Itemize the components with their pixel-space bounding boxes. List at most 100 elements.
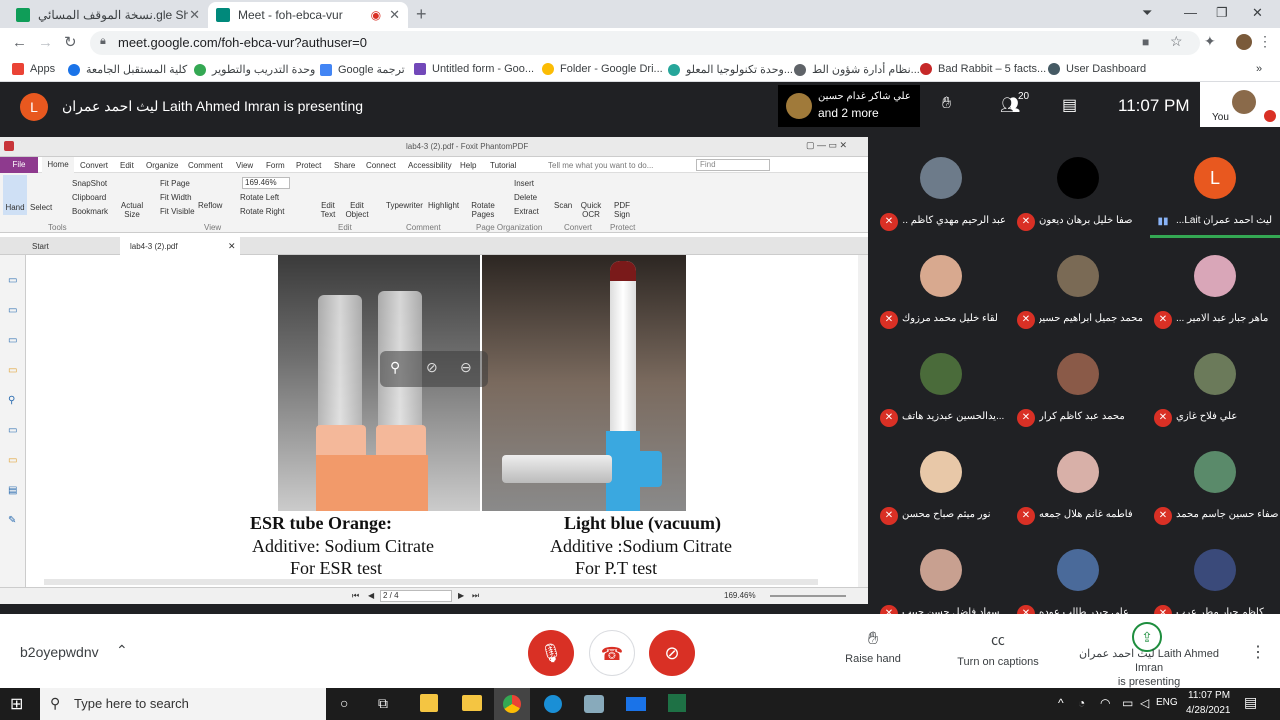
participant-tile[interactable]: ✕ ...يدالحسين عبدزيد هاتف <box>872 347 1009 445</box>
menu-edit[interactable]: Edit <box>120 161 134 170</box>
pin-icon[interactable]: ⚲ <box>390 359 400 376</box>
app-icon[interactable] <box>584 695 604 713</box>
link-icon[interactable]: ⚲ <box>8 395 15 406</box>
avatar[interactable] <box>1236 34 1252 50</box>
edit-text-button[interactable]: Edit Text <box>318 201 338 219</box>
rotate-pages-button[interactable]: Rotate Pages <box>470 201 496 219</box>
rotate-left-button[interactable]: Rotate Left <box>240 193 279 202</box>
zoom-slider[interactable] <box>770 595 846 597</box>
profile-menu-icon[interactable]: ⏷ <box>1142 5 1152 21</box>
taskbar-time[interactable]: 11:07 PM <box>1188 690 1230 701</box>
participant-tile[interactable]: L ▮▮ ليث احمد عمران Lait... <box>1146 151 1280 249</box>
bookmark-item[interactable]: Bad Rabbit – 5 facts... <box>920 63 1046 75</box>
attachments-icon[interactable]: ▭ <box>8 365 17 376</box>
participant-tile[interactable]: ✕ فاطمه غانم هلال جمعه <box>1009 445 1146 543</box>
document-tab[interactable]: lab4-3 (2).pdf <box>120 237 240 255</box>
participant-tile[interactable]: ✕ صفاء حسين جاسم محمد <box>1146 445 1280 543</box>
insert-button[interactable]: Insert <box>514 179 534 188</box>
page-input[interactable]: 2 / 4 <box>380 590 452 602</box>
fit-width-button[interactable]: Fit Width <box>160 193 192 202</box>
back-icon[interactable]: ← <box>12 34 27 51</box>
menu-connect[interactable]: Connect <box>366 161 396 170</box>
menu-convert[interactable]: Convert <box>80 161 108 170</box>
scan-button[interactable]: Scan <box>554 201 572 210</box>
chrome-taskbar-item[interactable] <box>494 688 530 720</box>
rotate-right-button[interactable]: Rotate Right <box>240 207 284 216</box>
bookmark-item[interactable]: وحدة التدريب والتطوير <box>194 63 315 76</box>
bookmark-apps[interactable]: Apps <box>12 63 55 75</box>
menu-organize[interactable]: Organize <box>146 161 178 170</box>
bookmark-item[interactable]: User Dashboard <box>1048 63 1146 75</box>
close-icon[interactable]: ✕ <box>228 241 236 252</box>
participant-tile[interactable]: ✕ نور ميثم صباح محسن <box>872 445 1009 543</box>
close-window-icon[interactable]: ✕ <box>1252 5 1263 21</box>
mic-toggle-button[interactable]: 🎙︎ <box>528 630 574 676</box>
delete-button[interactable]: Delete <box>514 193 537 202</box>
clipboard-button[interactable]: Clipboard <box>72 193 106 202</box>
start-tab[interactable]: Start <box>22 237 118 255</box>
tray-chevron-icon[interactable]: ^ <box>1058 696 1064 710</box>
menu-icon[interactable]: ⋮ <box>1258 33 1272 50</box>
menu-accessibility[interactable]: Accessibility <box>408 161 452 170</box>
close-icon[interactable]: ✕ <box>389 7 400 23</box>
typewriter-button[interactable]: Typewriter <box>386 201 423 210</box>
self-view[interactable]: You <box>1200 82 1280 127</box>
mail-icon[interactable] <box>626 697 646 711</box>
browser-tab-sheets[interactable]: نسخة الموقف المسائي.gle Sheets ✕ <box>8 2 208 28</box>
mute-icon[interactable]: ⊘ <box>426 359 438 376</box>
wifi-icon[interactable]: ◠ <box>1100 696 1110 710</box>
battery-icon[interactable]: ▭ <box>1122 696 1133 710</box>
remove-icon[interactable]: ⊖ <box>460 359 472 376</box>
hand-icon[interactable]: ✋︎ <box>942 95 951 113</box>
menu-help[interactable]: Help <box>460 161 476 170</box>
snapshot-button[interactable]: SnapShot <box>72 179 107 188</box>
edit-object-button[interactable]: Edit Object <box>342 201 372 219</box>
menu-share[interactable]: Share <box>334 161 355 170</box>
reflow-button[interactable]: Reflow <box>198 201 222 210</box>
more-options-icon[interactable]: ⋮ <box>1250 642 1266 662</box>
menu-tutorial[interactable]: Tutorial <box>490 161 516 170</box>
bookmark-item[interactable]: نظام أدارة شؤون الط... <box>794 63 920 76</box>
bookmark-item[interactable]: كلية المستقبل الجامعة <box>68 63 187 76</box>
presenting-status[interactable]: ليث احمد عمران Laith Ahmed Imran is pres… <box>1066 647 1232 689</box>
comments-icon[interactable]: ▭ <box>8 335 17 346</box>
extensions-icon[interactable]: ✦ <box>1204 33 1216 50</box>
participant-tile[interactable]: ✕ محمد عبد كاظم كرار <box>1009 347 1146 445</box>
quick-ocr-button[interactable]: Quick OCR <box>580 201 602 219</box>
bookmark-item[interactable]: Google ترجمة <box>320 63 405 76</box>
volume-icon[interactable]: ◁ <box>1140 696 1149 710</box>
maximize-icon[interactable]: ❐ <box>1216 5 1228 21</box>
bookmark-item[interactable]: Folder - Google Dri... <box>542 63 663 75</box>
pages-icon[interactable]: ▭ <box>8 275 17 286</box>
excel-icon[interactable] <box>668 694 686 712</box>
horizontal-scrollbar[interactable] <box>44 579 818 585</box>
participant-tile[interactable]: ✕ محمد جميل ابراهيم حسين <box>1009 249 1146 347</box>
minimize-icon[interactable]: — <box>1184 5 1197 20</box>
prev-page-icon[interactable]: ◀ <box>368 591 374 600</box>
first-page-icon[interactable]: ⏮ <box>352 591 359 601</box>
new-tab-icon[interactable]: + <box>416 4 427 25</box>
layers-icon[interactable]: ▭ <box>8 305 17 316</box>
task-view-icon[interactable]: ⧉ <box>378 695 388 712</box>
vertical-scrollbar[interactable] <box>858 255 868 587</box>
participant-tile[interactable]: ✕ عبد الرحيم مهدي كاظم ... <box>872 151 1009 249</box>
browser-tab-meet[interactable]: Meet - foh-ebca-vur ◉ ✕ <box>208 2 408 28</box>
list-icon[interactable]: ▤ <box>8 485 17 496</box>
bookmark-button[interactable]: Bookmark <box>72 207 108 216</box>
bookmark-item[interactable]: Untitled form - Goo... <box>414 63 534 75</box>
chat-icon[interactable]: ▤ <box>1062 95 1077 115</box>
pdf-sign-button[interactable]: PDF Sign <box>612 201 632 219</box>
forward-icon[interactable]: → <box>38 34 53 51</box>
signature-icon[interactable]: ▭ <box>8 425 17 436</box>
participant-tile[interactable]: ✕ صفا خليل برهان ديعون <box>1009 151 1146 249</box>
highlight-button[interactable]: Highlight <box>428 201 459 210</box>
participant-tile[interactable]: ✕ لقاء خليل محمد مرزوك <box>872 249 1009 347</box>
more-bookmarks-icon[interactable]: » <box>1256 63 1262 75</box>
store-icon[interactable] <box>420 694 438 712</box>
menu-view[interactable]: View <box>236 161 253 170</box>
participant-tile[interactable]: ✕ ماهر جبار عبد الامير ... <box>1146 249 1280 347</box>
fit-page-button[interactable]: Fit Page <box>160 179 190 188</box>
find-input[interactable]: Find <box>696 159 770 171</box>
chevron-up-icon[interactable]: ⌃ <box>116 642 128 659</box>
raise-hand-button[interactable]: ✋︎ Raise hand <box>836 628 910 665</box>
